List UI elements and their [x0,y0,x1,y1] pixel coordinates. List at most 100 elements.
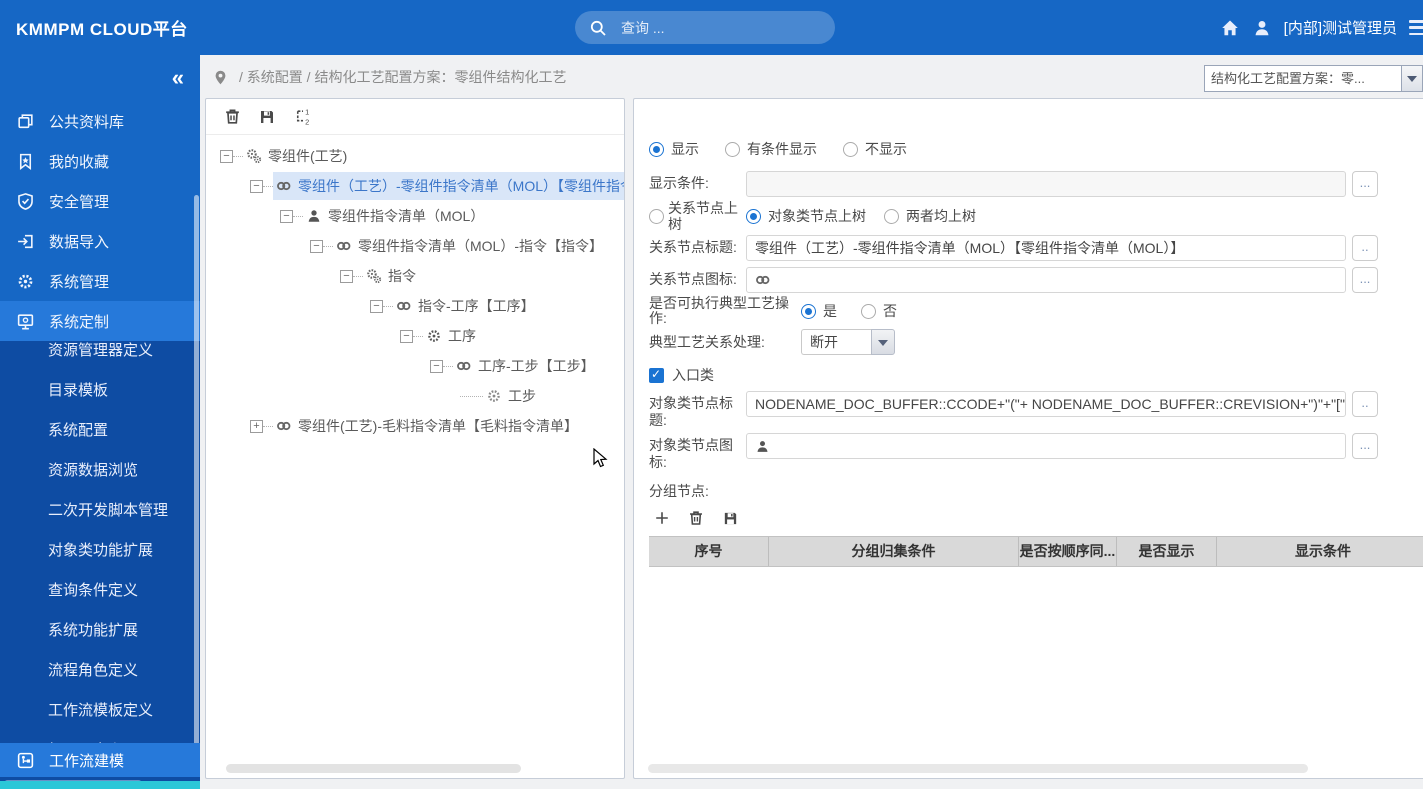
radio-both-nodes[interactable]: 两者均上树 [884,206,976,226]
tree-node-selected[interactable]: 零组件（工艺）-零组件指令清单（MOL）【零组件指令清单（MOL）】 [206,171,624,201]
field-label: 典型工艺关系处理: [649,333,765,350]
tree-node[interactable]: 零组件(工艺)-毛料指令清单【毛料指令清单】 [206,411,624,441]
tree-node[interactable]: 零组件(工艺) [206,141,624,171]
save-icon[interactable] [720,508,740,528]
column-header-visible[interactable]: 是否显示 [1117,537,1217,566]
submenu-item-workflow-template-def[interactable]: 工作流模板定义 [0,691,200,731]
typical-relation-combo[interactable]: 断开 [801,329,895,355]
chevron-down-icon[interactable] [1401,66,1422,91]
sidebar-item-system-custom[interactable]: 系统定制 [0,301,200,341]
collapse-toggle-icon[interactable] [220,149,233,163]
field-label: 显示条件: [649,175,709,191]
form-horizontal-scrollbar[interactable] [648,764,1308,773]
sidebar-item-workflow-modeling[interactable]: 工作流建模 [0,743,200,777]
sidebar-item-system-admin[interactable]: 系统管理 [0,261,200,301]
save-icon[interactable] [257,107,277,127]
collapse-toggle-icon[interactable] [370,299,383,313]
radio-label: 关系节点上树 [668,200,738,232]
column-header-seq[interactable]: 序号 [649,537,769,566]
global-search[interactable] [575,11,835,44]
sidebar-item-public-library[interactable]: 公共资料库 [0,101,200,141]
sidebar-item-security[interactable]: 安全管理 [0,181,200,221]
submenu-item-query-condition-def[interactable]: 查询条件定义 [0,571,200,611]
search-input[interactable] [621,19,791,36]
submenu-item-process-role-def[interactable]: 流程角色定义 [0,651,200,691]
sidebar-item-favorites[interactable]: 我的收藏 [0,141,200,181]
display-condition-field[interactable] [746,171,1346,197]
home-icon[interactable] [1220,18,1240,38]
tree-horizontal-scrollbar[interactable] [226,764,521,773]
checkbox-checked-icon[interactable] [649,367,664,383]
radio-yes[interactable]: 是 [801,301,837,321]
radio-object-node[interactable]: 对象类节点上树 [746,206,866,226]
object-icon-row: 对象类节点图标: ... [634,433,1423,471]
tree-node[interactable]: 指令-工序【工序】 [206,291,624,321]
sidebar-collapse-icon[interactable] [172,65,184,91]
column-header-display-condition[interactable]: 显示条件 [1217,537,1423,566]
radio-relation-node[interactable]: 关系节点上树 [649,200,746,232]
tree-connector [383,305,393,307]
tree-node-label: 工序-工步【工步】 [478,358,595,374]
combo-value: 断开 [801,329,871,355]
radio-icon [861,303,876,319]
tree-connector [353,275,363,277]
submenu-item-system-config[interactable]: 系统配置 [0,411,200,451]
relation-title-row: 关系节点标题: 零组件（工艺）-零组件指令清单（MOL）【零组件指令清单（MOL… [634,235,1423,261]
tree-node[interactable]: 指令 [206,261,624,291]
browse-button[interactable]: .. [1352,235,1378,261]
submenu-item-secondary-dev-script[interactable]: 二次开发脚本管理 [0,491,200,531]
chevron-down-icon[interactable] [871,329,895,355]
browse-button[interactable]: ... [1352,433,1378,459]
breadcrumb-path: / 系统配置 / 结构化工艺配置方案：零组件结构化工艺 [239,69,567,85]
sidebar-item-label: 系统定制 [49,313,110,331]
collapse-toggle-icon[interactable] [250,179,263,193]
menu-icon[interactable] [1409,20,1423,35]
tree-node[interactable]: 零组件指令清单（MOL） [206,201,624,231]
entry-class-row[interactable]: 入口类 [634,365,1423,385]
submenu-item-system-function-extend[interactable]: 系统功能扩展 [0,611,200,651]
radio-conditional-display[interactable]: 有条件显示 [725,139,817,159]
collapse-toggle-icon[interactable] [340,269,353,283]
radio-icon [801,303,816,319]
relation-title-field[interactable]: 零组件（工艺）-零组件指令清单（MOL）【零组件指令清单（MOL）】 [746,235,1346,261]
collapse-toggle-icon[interactable] [310,239,323,253]
expand-levels-icon[interactable] [292,107,312,127]
tree-node[interactable]: 工序 [206,321,624,351]
user-icon[interactable] [1252,18,1272,38]
browse-button[interactable]: ... [1352,171,1378,197]
submenu-item-object-class-extend[interactable]: 对象类功能扩展 [0,531,200,571]
expand-toggle-icon[interactable] [250,419,263,433]
search-icon [589,19,607,37]
radio-no[interactable]: 否 [861,301,897,321]
sidebar-item-data-import[interactable]: 数据导入 [0,221,200,261]
collapse-toggle-icon[interactable] [280,209,293,223]
submenu-item-catalog-template[interactable]: 目录模板 [0,371,200,411]
current-user-label[interactable]: [内部]测试管理员 [1284,17,1397,38]
delete-icon[interactable] [222,107,242,127]
person-icon [306,208,322,224]
object-title-field[interactable]: NODENAME_DOC_BUFFER::CCODE+"("+ NODENAME… [746,391,1346,417]
import-icon [16,232,35,251]
object-icon-field[interactable] [746,433,1346,459]
structure-tree-panel: 零组件(工艺) 零组件（工艺）-零组件指令清单（MOL）【零组件指令清单（MOL… [205,98,625,779]
collapse-toggle-icon[interactable] [430,359,443,373]
submenu-item-resource-data-browse[interactable]: 资源数据浏览 [0,451,200,491]
tree-node[interactable]: 工步 [206,381,624,411]
radio-no-display[interactable]: 不显示 [843,139,907,159]
add-icon[interactable] [652,508,672,528]
submenu-item-resource-manager-def[interactable]: 资源管理器定义 [0,341,200,371]
browse-button[interactable]: ... [1352,267,1378,293]
radio-display[interactable]: 显示 [649,139,699,159]
link-icon [456,358,472,374]
sidebar-vertical-scrollbar[interactable] [194,195,199,755]
tree-node-label: 工步 [508,388,536,404]
relation-icon-field[interactable] [746,267,1346,293]
collapse-toggle-icon[interactable] [400,329,413,343]
column-header-ordered[interactable]: 是否按顺序同... [1019,537,1117,566]
delete-icon[interactable] [686,508,706,528]
browse-button[interactable]: .. [1352,391,1378,417]
scheme-select[interactable]: 结构化工艺配置方案：零... [1204,65,1423,92]
tree-node[interactable]: 零组件指令清单（MOL）-指令【指令】 [206,231,624,261]
tree-node[interactable]: 工序-工步【工步】 [206,351,624,381]
column-header-group-condition[interactable]: 分组归集条件 [769,537,1019,566]
